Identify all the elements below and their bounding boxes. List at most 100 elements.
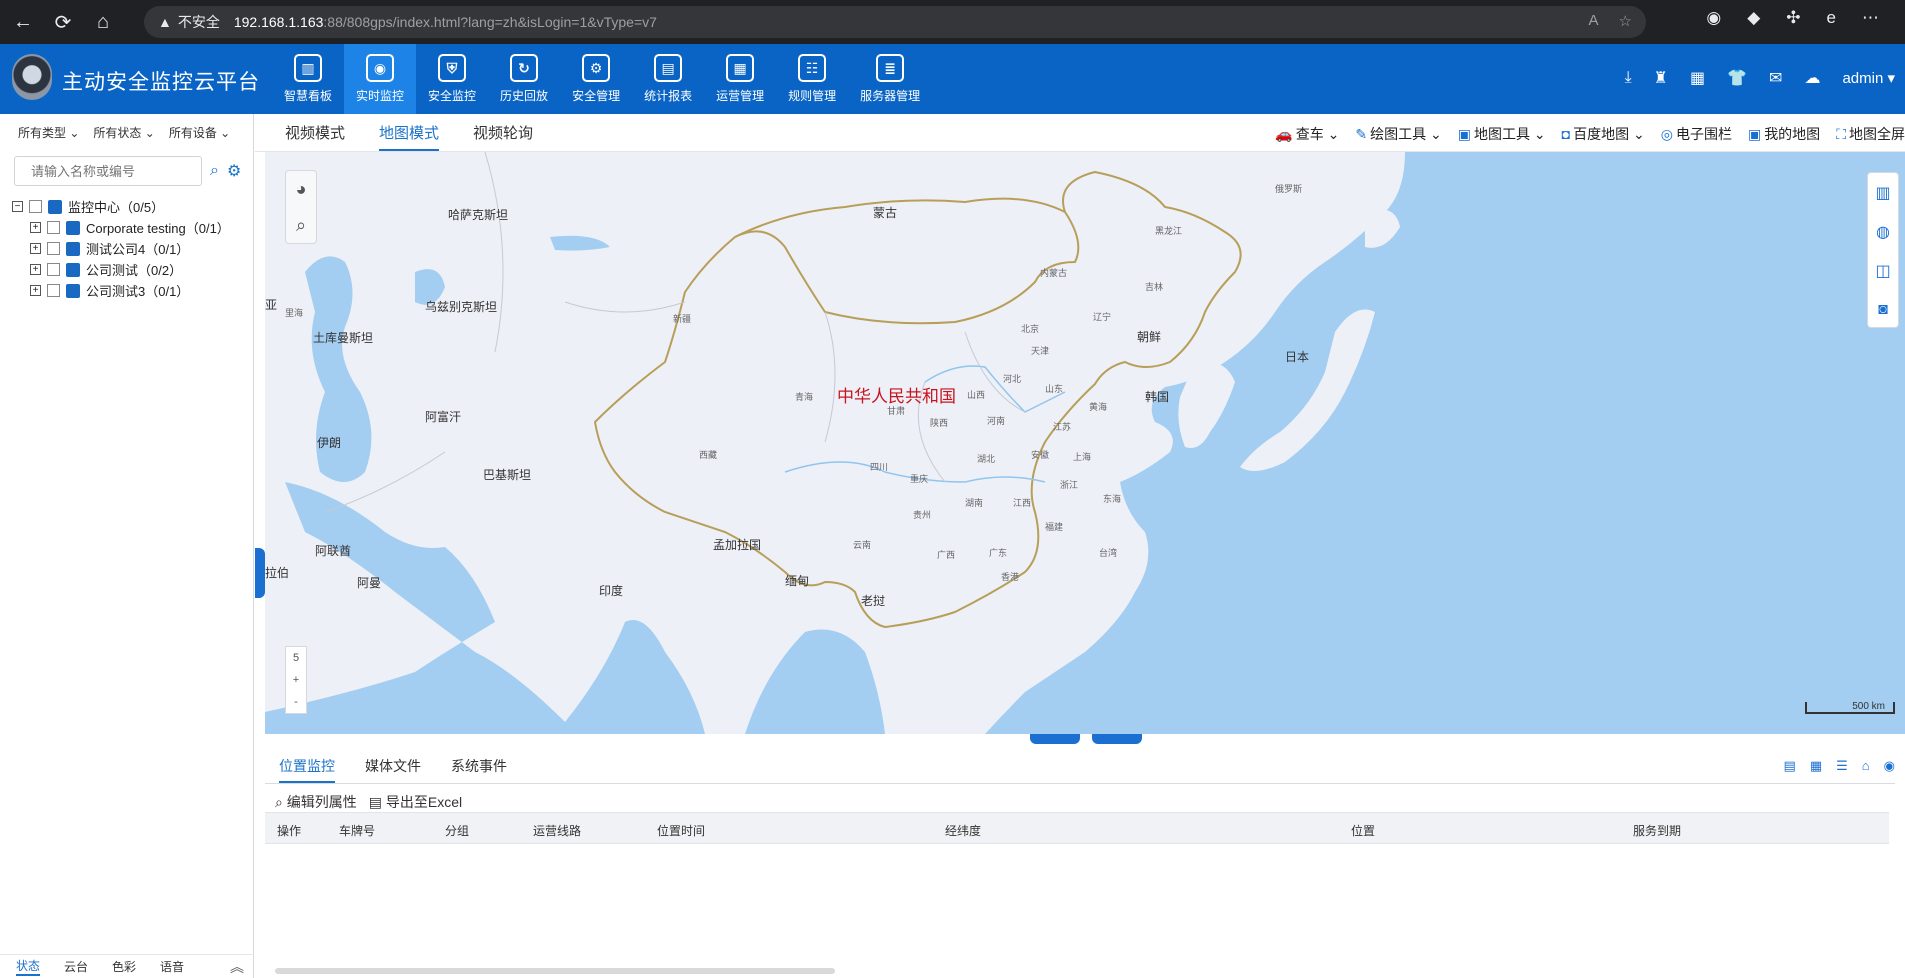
tree-node[interactable]: + Corporate testing（0/1）	[12, 217, 230, 238]
menu-item-rules[interactable]: ☷ 规则管理	[776, 44, 848, 114]
tree-root[interactable]: − 监控中心（0/5）	[12, 196, 230, 217]
ranging-icon[interactable]: ◙	[1868, 290, 1898, 329]
filter-type[interactable]: 所有类型 ⌄	[18, 124, 79, 141]
logo-icon	[12, 54, 52, 100]
expand-icon[interactable]: +	[30, 243, 41, 254]
zoom-out-button[interactable]: -	[286, 691, 306, 713]
shield-extension-icon[interactable]: ◆	[1747, 8, 1760, 28]
menu-item-servers[interactable]: ≣ 服务器管理	[848, 44, 932, 114]
tree-node[interactable]: + 公司测试3（0/1）	[12, 280, 230, 301]
download-icon[interactable]: ⤓	[1625, 69, 1632, 87]
col-lnglat[interactable]: 经纬度	[945, 822, 981, 839]
export-excel-button[interactable]: ▤ 导出至Excel	[369, 792, 462, 812]
globe-icon[interactable]: ◍	[1868, 212, 1898, 251]
info-icon[interactable]: ◉	[1884, 758, 1895, 774]
panel-tool-icon[interactable]: ▤	[1784, 758, 1796, 774]
tree-node[interactable]: + 公司测试（0/2）	[12, 259, 230, 280]
cube-icon[interactable]: ◫	[1868, 251, 1898, 290]
draw-tools-button[interactable]: ✎ 绘图工具 ⌄	[1355, 124, 1441, 144]
tab-color[interactable]: 色彩	[112, 958, 136, 975]
server-icon: ≣	[876, 54, 905, 82]
tree-checkbox[interactable]	[47, 221, 60, 234]
map-provider-button[interactable]: ◘ 百度地图 ⌄	[1562, 124, 1645, 144]
zoom-in-button[interactable]: +	[286, 669, 306, 691]
gear-icon[interactable]: ⚙	[227, 161, 241, 181]
tree-checkbox[interactable]	[47, 242, 60, 255]
filter-device[interactable]: 所有设备 ⌄	[169, 124, 230, 141]
read-aloud-icon[interactable]: A	[1589, 12, 1599, 30]
tree-checkbox[interactable]	[47, 263, 60, 276]
map-canvas[interactable]: 哈萨克斯坦 蒙古 乌兹别克斯坦 里海 土库曼斯坦 新疆 阿富汗 伊朗 巴基斯坦 …	[265, 152, 1905, 734]
address-bar[interactable]: ▲ 不安全 192.168.1.163 :88/808gps/index.htm…	[144, 6, 1646, 38]
menu-item-operations[interactable]: ▦ 运营管理	[704, 44, 776, 114]
tab-media-files[interactable]: 媒体文件	[365, 756, 421, 783]
alarm-icon[interactable]: ♜	[1654, 68, 1668, 88]
edit-columns-button[interactable]: ⌕ 编辑列属性	[275, 792, 357, 812]
expand-up-handle[interactable]	[1030, 734, 1080, 744]
home-icon[interactable]: ⌂	[86, 5, 120, 39]
edge-icon[interactable]: e	[1827, 8, 1836, 28]
pin-icon[interactable]: ⌂	[1862, 758, 1870, 774]
expand-icon[interactable]: +	[30, 264, 41, 275]
menu-item-dashboard[interactable]: ▥ 智慧看板	[272, 44, 344, 114]
search-icon[interactable]: ⌕	[210, 162, 219, 180]
map-search-icon[interactable]: ⌕	[286, 207, 316, 243]
traffic-icon[interactable]: ▥	[1868, 173, 1898, 212]
search-input[interactable]	[14, 156, 202, 186]
more-icon[interactable]: ⋯	[1862, 8, 1879, 28]
tab-map-mode[interactable]: 地图模式	[379, 122, 440, 151]
puzzle-icon[interactable]: ✣	[1786, 8, 1800, 28]
menu-item-reports[interactable]: ▤ 统计报表	[632, 44, 704, 114]
find-vehicle-button[interactable]: 🚗 查车 ⌄	[1275, 124, 1339, 144]
mail-icon[interactable]: ✉	[1769, 68, 1782, 88]
reload-icon[interactable]: ⟳	[46, 5, 80, 39]
tab-ptz[interactable]: 云台	[64, 958, 88, 975]
tree-node[interactable]: + 测试公司4（0/1）	[12, 238, 230, 259]
user-menu[interactable]: admin ▾	[1842, 69, 1895, 87]
menu-item-safety-monitor[interactable]: ⛨ 安全监控	[416, 44, 488, 114]
horizontal-scrollbar[interactable]	[275, 968, 835, 974]
tab-video-polling[interactable]: 视频轮询	[473, 122, 533, 151]
grid-icon[interactable]: ▦	[1690, 68, 1705, 88]
locate-icon[interactable]: ◕	[286, 171, 316, 207]
col-group[interactable]: 分组	[445, 822, 469, 839]
expand-icon[interactable]: +	[30, 222, 41, 233]
tab-status[interactable]: 状态	[16, 957, 41, 976]
my-map-button[interactable]: ▣ 我的地图	[1748, 124, 1820, 144]
geofence-button[interactable]: ◎ 电子围栏	[1661, 124, 1732, 144]
favorite-star-icon[interactable]: ☆	[1619, 12, 1632, 30]
extension-icon[interactable]: ◉	[1706, 8, 1721, 28]
map-label-zhejiang: 浙江	[1060, 480, 1079, 490]
collapse-icon[interactable]: −	[12, 201, 23, 212]
col-service-expiry[interactable]: 服务到期	[1633, 822, 1681, 839]
tab-voice[interactable]: 语音	[160, 958, 184, 975]
report-icon: ▤	[654, 54, 683, 82]
tab-video-mode[interactable]: 视频模式	[285, 122, 345, 151]
tree-checkbox[interactable]	[29, 200, 42, 213]
menu-item-realtime[interactable]: ◉ 实时监控	[344, 44, 417, 114]
col-actions[interactable]: 操作	[277, 822, 301, 839]
col-plate[interactable]: 车牌号	[339, 822, 375, 839]
left-collapse-handle[interactable]	[255, 548, 265, 598]
col-route[interactable]: 运营线路	[533, 822, 581, 839]
col-location[interactable]: 位置	[1351, 822, 1375, 839]
menu-item-playback[interactable]: ↻ 历史回放	[488, 44, 560, 114]
tab-position-monitor[interactable]: 位置监控	[279, 756, 335, 783]
fullscreen-button[interactable]: ⛶ 地图全屏	[1836, 124, 1905, 144]
map-tools-button[interactable]: ▣ 地图工具 ⌄	[1458, 124, 1546, 144]
col-position-time[interactable]: 位置时间	[657, 822, 705, 839]
skin-icon[interactable]: 👕	[1727, 68, 1747, 88]
settings-list-icon[interactable]: ☰	[1836, 758, 1848, 774]
calendar-icon[interactable]: ▦	[1810, 758, 1822, 774]
expand-icon[interactable]: +	[30, 285, 41, 296]
tree-checkbox[interactable]	[47, 284, 60, 297]
menu-item-safety-manage[interactable]: ⚙ 安全管理	[560, 44, 632, 114]
back-icon[interactable]: ←	[6, 5, 40, 39]
chevron-up-icon[interactable]: ︽	[230, 957, 244, 977]
filter-status[interactable]: 所有状态 ⌄	[93, 124, 154, 141]
collapse-down-handle[interactable]	[1092, 734, 1142, 744]
tab-system-events[interactable]: 系统事件	[451, 756, 507, 783]
map-label-shandong: 山东	[1045, 384, 1064, 394]
grid-header: 操作 车牌号 分组 运营线路 位置时间 经纬度 位置 服务到期	[265, 812, 1889, 844]
cloud-icon[interactable]: ☁	[1804, 68, 1820, 88]
